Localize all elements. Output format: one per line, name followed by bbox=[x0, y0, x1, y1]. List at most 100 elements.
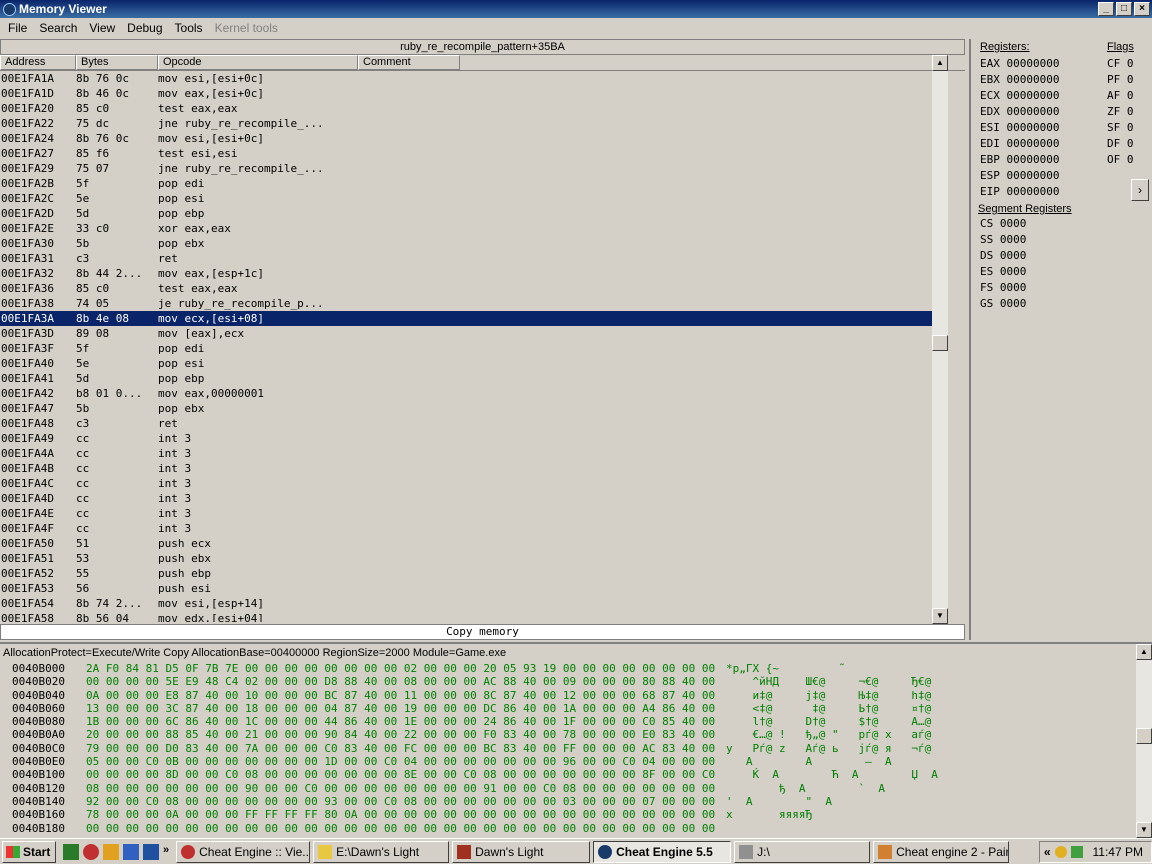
disassembly-row[interactable]: 00E1FA2D 5d pop ebp bbox=[0, 206, 948, 221]
browser-quicklaunch-icon[interactable] bbox=[123, 843, 139, 860]
disassembly-row[interactable]: 00E1FA54 8b 74 2... mov esi,[esp+14] bbox=[0, 596, 948, 611]
segment-cs[interactable]: CS 0000 bbox=[980, 217, 1026, 230]
disassembly-row[interactable]: 00E1FA47 5b pop ebx bbox=[0, 401, 948, 416]
disassembly-row[interactable]: 00E1FA24 8b 76 0c mov esi,[esi+0c] bbox=[0, 131, 948, 146]
column-bytes[interactable]: Bytes bbox=[76, 55, 158, 70]
hex-row[interactable]: 0040B080 1B 00 00 00 6C 86 40 00 1C 00 00… bbox=[0, 715, 1152, 728]
disassembly-row[interactable]: 00E1FA2B 5f pop edi bbox=[0, 176, 948, 191]
hex-scroll-thumb[interactable] bbox=[1136, 728, 1152, 744]
hex-row[interactable]: 0040B020 00 00 00 00 5E E9 48 C4 02 00 00… bbox=[0, 675, 1152, 688]
disassembly-row[interactable]: 00E1FA1A 8b 76 0c mov esi,[esi+0c] bbox=[0, 71, 948, 86]
segment-es[interactable]: ES 0000 bbox=[980, 265, 1026, 278]
segment-gs[interactable]: GS 0000 bbox=[980, 297, 1026, 310]
disassembly-row[interactable]: 00E1FA2C 5e pop esi bbox=[0, 191, 948, 206]
disassembly-row[interactable]: 00E1FA41 5d pop ebp bbox=[0, 371, 948, 386]
flag-sf[interactable]: SF 0 bbox=[1107, 121, 1134, 134]
disassembly-row[interactable]: 00E1FA38 74 05 je ruby_re_recompile_p... bbox=[0, 296, 948, 311]
hex-row[interactable]: 0040B000 2A F0 84 81 D5 0F 7B 7E 00 00 00… bbox=[0, 662, 1152, 675]
disassembly-row[interactable]: 00E1FA32 8b 44 2... mov eax,[esp+1c] bbox=[0, 266, 948, 281]
menu-tools[interactable]: Tools bbox=[169, 21, 209, 35]
register-eip[interactable]: EIP 00000000 bbox=[980, 185, 1059, 198]
disassembly-row[interactable]: 00E1FA58 8b 56 04 mov edx,[esi+04] bbox=[0, 611, 948, 622]
hex-row[interactable]: 0040B0C0 79 00 00 00 D0 83 40 00 7A 00 00… bbox=[0, 742, 1152, 755]
disassembly-row[interactable]: 00E1FA4F cc int 3 bbox=[0, 521, 948, 536]
flag-cf[interactable]: CF 0 bbox=[1107, 57, 1134, 70]
disassembly-row[interactable]: 00E1FA4B cc int 3 bbox=[0, 461, 948, 476]
segment-fs[interactable]: FS 0000 bbox=[980, 281, 1026, 294]
segment-ds[interactable]: DS 0000 bbox=[980, 249, 1026, 262]
desktop-icon[interactable] bbox=[63, 843, 79, 860]
hex-row[interactable]: 0040B160 78 00 00 00 0A 00 00 00 FF FF FF… bbox=[0, 808, 1152, 821]
hex-row[interactable]: 0040B060 13 00 00 00 3C 87 40 00 18 00 00… bbox=[0, 702, 1152, 715]
disassembly-row[interactable]: 00E1FA2E 33 c0 xor eax,eax bbox=[0, 221, 948, 236]
scroll-up-button[interactable]: ▲ bbox=[932, 55, 948, 71]
hex-row[interactable]: 0040B100 00 00 00 00 8D 00 00 C0 08 00 00… bbox=[0, 768, 1152, 781]
app-quicklaunch-icon[interactable] bbox=[83, 843, 99, 860]
flag-af[interactable]: AF 0 bbox=[1107, 89, 1134, 102]
disassembly-row[interactable]: 00E1FA30 5b pop ebx bbox=[0, 236, 948, 251]
disassembly-row[interactable]: 00E1FA1D 8b 46 0c mov eax,[esi+0c] bbox=[0, 86, 948, 101]
tray-expand-icon[interactable]: « bbox=[1044, 845, 1051, 859]
register-edx[interactable]: EDX 00000000 bbox=[980, 105, 1059, 118]
tray-alert-icon[interactable] bbox=[1054, 845, 1067, 858]
disassembly-list[interactable]: 00E1FA1A 8b 76 0c mov esi,[esi+0c] 00E1FA1D… bbox=[0, 71, 948, 622]
title-bar[interactable]: Memory Viewer _ □ × bbox=[0, 0, 1152, 18]
menu-search[interactable]: Search bbox=[33, 21, 83, 35]
disassembly-row[interactable]: 00E1FA4D cc int 3 bbox=[0, 491, 948, 506]
disassembly-row[interactable]: 00E1FA3D 89 08 mov [eax],ecx bbox=[0, 326, 948, 341]
register-ebp[interactable]: EBP 00000000 bbox=[980, 153, 1059, 166]
close-button[interactable]: × bbox=[1134, 2, 1150, 16]
disassembly-row[interactable]: 00E1FA31 c3 ret bbox=[0, 251, 948, 266]
flag-df[interactable]: DF 0 bbox=[1107, 137, 1134, 150]
disassembly-row[interactable]: 00E1FA40 5e pop esi bbox=[0, 356, 948, 371]
scroll-down-button[interactable]: ▼ bbox=[932, 608, 948, 624]
more-chevron-icon[interactable]: » bbox=[163, 844, 169, 860]
scroll-thumb[interactable] bbox=[932, 335, 948, 351]
menu-debug[interactable]: Debug bbox=[121, 21, 168, 35]
disassembly-scrollbar[interactable]: ▲ ▼ bbox=[932, 55, 948, 624]
hex-row[interactable]: 0040B120 08 00 00 00 00 00 00 00 90 00 00… bbox=[0, 782, 1152, 795]
disassembly-row[interactable]: 00E1FA42 b8 01 0... mov eax,00000001 bbox=[0, 386, 948, 401]
hex-scrollbar[interactable]: ▲ ▼ bbox=[1136, 644, 1152, 838]
column-opcode[interactable]: Opcode bbox=[158, 55, 358, 70]
disassembly-row[interactable]: 00E1FA27 85 f6 test esi,esi bbox=[0, 146, 948, 161]
task-cheat-engine[interactable]: Cheat Engine 5.5 bbox=[593, 840, 732, 863]
maximize-button[interactable]: □ bbox=[1116, 2, 1132, 16]
hex-row[interactable]: 0040B180 00 00 00 00 00 00 00 00 00 00 00… bbox=[0, 822, 1152, 835]
disassembly-row[interactable]: 00E1FA4A cc int 3 bbox=[0, 446, 948, 461]
disassembly-row[interactable]: 00E1FA4E cc int 3 bbox=[0, 506, 948, 521]
start-button[interactable]: Start bbox=[2, 840, 56, 863]
register-ecx[interactable]: ECX 00000000 bbox=[980, 89, 1059, 102]
menu-file[interactable]: File bbox=[2, 21, 33, 35]
disassembly-row[interactable]: 00E1FA20 85 c0 test eax,eax bbox=[0, 101, 948, 116]
hex-row[interactable]: 0040B040 0A 00 00 00 E8 87 40 00 10 00 00… bbox=[0, 689, 1152, 702]
disassembly-row[interactable]: 00E1FA48 c3 ret bbox=[0, 416, 948, 431]
hex-scroll-up-button[interactable]: ▲ bbox=[1136, 644, 1152, 660]
segment-ss[interactable]: SS 0000 bbox=[980, 233, 1026, 246]
register-esp[interactable]: ESP 00000000 bbox=[980, 169, 1059, 182]
register-edi[interactable]: EDI 00000000 bbox=[980, 137, 1059, 150]
disassembly-row[interactable]: 00E1FA29 75 07 jne ruby_re_recompile_... bbox=[0, 161, 948, 176]
hex-row[interactable]: 0040B140 92 00 00 C0 08 00 00 00 00 00 00… bbox=[0, 795, 1152, 808]
disassembly-row[interactable]: 00E1FA3F 5f pop edi bbox=[0, 341, 948, 356]
hex-dump[interactable]: 0040B000 2A F0 84 81 D5 0F 7B 7E 00 00 00… bbox=[0, 662, 1152, 835]
register-eax[interactable]: EAX 00000000 bbox=[980, 57, 1059, 70]
register-esi[interactable]: ESI 00000000 bbox=[980, 121, 1059, 134]
hex-row[interactable]: 0040B0A0 20 00 00 00 88 85 40 00 21 00 00… bbox=[0, 728, 1152, 741]
hex-row[interactable]: 0040B0E0 05 00 00 C0 0B 00 00 00 00 00 00… bbox=[0, 755, 1152, 768]
media-quicklaunch-icon[interactable] bbox=[143, 843, 159, 860]
register-ebx[interactable]: EBX 00000000 bbox=[980, 73, 1059, 86]
paint-quicklaunch-icon[interactable] bbox=[103, 843, 119, 860]
task-dawns-light[interactable]: Dawn's Light bbox=[452, 840, 591, 863]
task-paint[interactable]: Cheat engine 2 - Paint bbox=[873, 840, 1010, 863]
clock[interactable]: 11:47 PM bbox=[1093, 845, 1143, 859]
tray-network-icon[interactable] bbox=[1070, 845, 1083, 858]
disassembly-row[interactable]: 00E1FA50 51 push ecx bbox=[0, 536, 948, 551]
minimize-button[interactable]: _ bbox=[1098, 2, 1114, 16]
column-comment[interactable]: Comment bbox=[358, 55, 460, 70]
flag-of[interactable]: OF 0 bbox=[1107, 153, 1134, 166]
disassembly-row[interactable]: 00E1FA22 75 dc jne ruby_re_recompile_... bbox=[0, 116, 948, 131]
disassembly-row[interactable]: 00E1FA36 85 c0 test eax,eax bbox=[0, 281, 948, 296]
disassembly-row[interactable]: 00E1FA4C cc int 3 bbox=[0, 476, 948, 491]
disassembly-row[interactable]: 00E1FA52 55 push ebp bbox=[0, 566, 948, 581]
